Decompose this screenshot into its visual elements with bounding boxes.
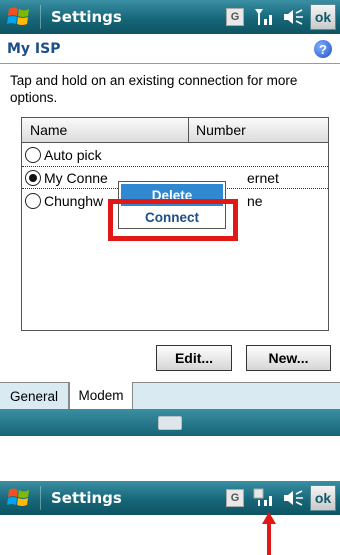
tab-strip: General Modem — [0, 382, 340, 410]
status-area: G ok — [226, 481, 340, 515]
title-separator — [40, 486, 41, 510]
edit-button[interactable]: Edit... — [156, 345, 232, 371]
tab-modem[interactable]: Modem — [69, 382, 133, 410]
radio-selected-dot — [29, 173, 37, 182]
tab-general[interactable]: General — [0, 382, 69, 410]
app-title: Settings — [51, 8, 122, 26]
list-item[interactable]: Auto pick — [22, 143, 328, 166]
start-menu-icon[interactable] — [6, 5, 34, 29]
help-icon[interactable]: ? — [314, 40, 332, 58]
page-header: My ISP ? — [0, 34, 340, 64]
page-title: My ISP — [7, 40, 61, 57]
soft-key-bar — [0, 409, 340, 436]
radio-button[interactable] — [25, 169, 41, 186]
radio-button[interactable] — [25, 192, 41, 209]
keyboard-icon[interactable] — [158, 415, 182, 430]
signal-icon[interactable] — [252, 6, 276, 28]
volume-icon[interactable] — [282, 6, 306, 28]
highlight-box — [108, 199, 238, 241]
title-bar: Settings G ok — [0, 0, 340, 34]
connection-number: ne — [247, 192, 263, 209]
ok-button[interactable]: ok — [310, 485, 336, 511]
start-menu-icon[interactable] — [6, 486, 34, 510]
connection-name: Chunghw — [44, 192, 104, 209]
column-header-name[interactable]: Name — [22, 118, 189, 142]
title-bar-connected: Settings G ok — [0, 481, 340, 515]
radio-button[interactable] — [25, 146, 41, 163]
new-button[interactable]: New... — [246, 345, 331, 371]
column-header-number[interactable]: Number — [189, 118, 328, 142]
gprs-icon[interactable]: G — [226, 489, 244, 507]
instructions-text: Tap and hold on an existing connection f… — [10, 73, 298, 105]
app-title: Settings — [51, 489, 122, 507]
gprs-icon[interactable]: G — [226, 8, 244, 26]
arrow-pointer-icon — [262, 512, 276, 555]
list-header: Name Number — [22, 118, 328, 143]
volume-icon[interactable] — [282, 487, 306, 509]
connection-number: ernet — [247, 169, 279, 186]
status-area: G ok — [226, 0, 340, 34]
title-separator — [40, 5, 41, 29]
connection-name: Auto pick — [44, 146, 102, 163]
connection-name: My Conne — [44, 169, 108, 186]
gprs-connected-signal-icon[interactable] — [252, 487, 276, 509]
ok-button[interactable]: ok — [310, 4, 336, 30]
